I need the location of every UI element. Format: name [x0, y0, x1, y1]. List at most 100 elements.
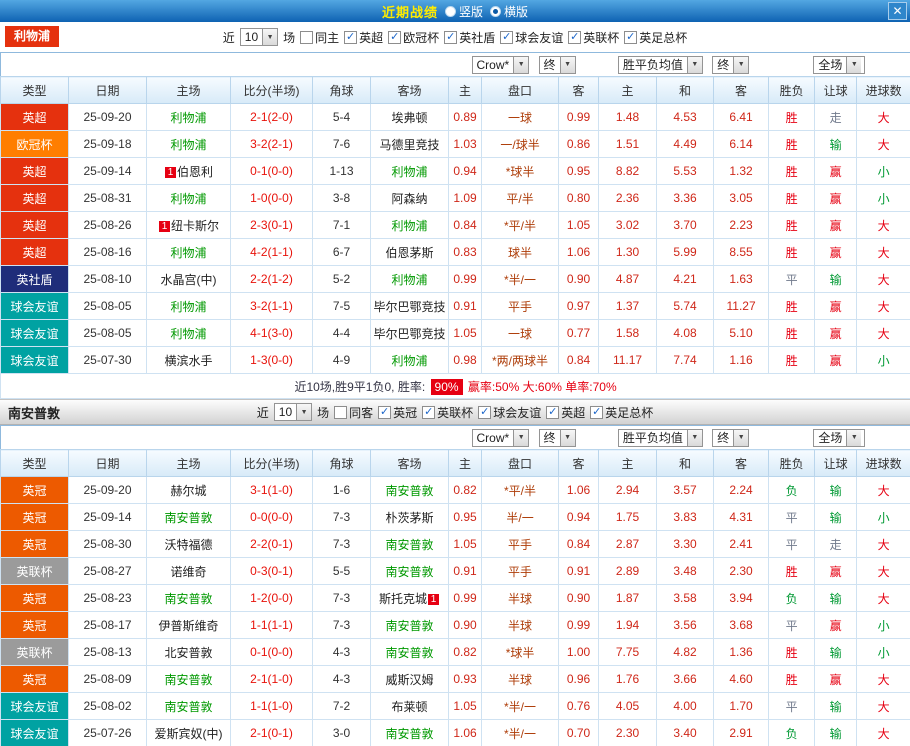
europe-away-odds: 2.30 — [713, 557, 770, 585]
league-checkbox[interactable]: ✓ — [500, 30, 514, 44]
away-team: 南安普敦 — [369, 719, 450, 746]
asia-handicap: *两/两球半 — [481, 346, 560, 374]
league-filter[interactable]: ✓ 欧冠杯 — [388, 29, 439, 46]
league-checkbox[interactable]: ✓ — [590, 405, 604, 419]
match-count-select[interactable]: 10 ▼ — [273, 403, 313, 421]
europe-odds-state-select[interactable]: 终 ▼ — [712, 55, 750, 74]
match-score: 4-1(3-0) — [230, 319, 313, 347]
asia-away-odds: 0.86 — [558, 130, 600, 158]
dropdown-arrow-icon: ▼ — [686, 56, 702, 73]
league-badge: 英超 — [0, 238, 69, 266]
away-team: 南安普敦 — [369, 611, 450, 639]
team-name: 横滨水手 — [164, 353, 213, 368]
league-checkbox[interactable]: ✓ — [422, 405, 436, 419]
team-name: 马德里竞技 — [379, 137, 440, 152]
europe-odds-state-select[interactable]: 终 ▼ — [712, 428, 750, 447]
league-checkbox[interactable]: ✓ — [478, 405, 492, 419]
corner-score: 3-0 — [312, 719, 371, 746]
league-checkbox[interactable]: ✓ — [546, 405, 560, 419]
league-checkbox[interactable]: ✓ — [624, 30, 638, 44]
corner-score: 7-1 — [312, 211, 371, 239]
asia-odds-state-select[interactable]: 终 ▼ — [538, 428, 576, 447]
league-badge: 英超 — [0, 184, 69, 212]
radio-icon[interactable] — [444, 5, 456, 17]
goals-outcome: 大 — [856, 692, 910, 720]
team-name: 南安普敦 — [385, 564, 434, 579]
asia-handicap: 平手 — [481, 530, 560, 558]
home-team: 利物浦 — [146, 103, 231, 131]
league-filters: ✓ 英超 ✓ 欧冠杯 ✓ 英社盾 ✓ 球会友谊 ✓ 英联杯 ✓ 英足总杯 — [344, 29, 687, 46]
same-venue-checkbox[interactable] — [300, 30, 314, 44]
league-checkbox[interactable]: ✓ — [378, 405, 392, 419]
close-icon[interactable]: ✕ — [888, 2, 907, 20]
col-header-score: 比分(半场) — [230, 449, 313, 477]
league-filter[interactable]: ✓ 英社盾 — [444, 29, 495, 46]
league-badge: 英冠 — [0, 584, 69, 612]
league-filter[interactable]: ✓ 英超 — [546, 404, 585, 421]
away-team: 马德里竞技 — [369, 130, 450, 158]
team-name: 纽卡斯尔 — [170, 218, 219, 233]
dropdown-arrow-icon: ▼ — [846, 56, 862, 73]
handicap-outcome: 赢 — [814, 238, 858, 266]
handicap-outcome: 输 — [814, 719, 858, 746]
europe-home-odds: 1.76 — [598, 665, 658, 693]
league-filter[interactable]: ✓ 英联杯 — [422, 404, 473, 421]
page-title: 近期战绩 — [381, 4, 438, 20]
league-label: 英冠 — [393, 405, 418, 420]
league-filter[interactable]: ✓ 球会友谊 — [478, 404, 541, 421]
match-row: 英超 25-09-14 1 伯恩利 0-1(0-0) 1-13 利物浦 0.94 *球半 0.95… — [0, 157, 910, 185]
europe-odds-select[interactable]: 胜平负均值 ▼ — [617, 55, 703, 74]
europe-draw-odds: 3.83 — [656, 503, 715, 531]
same-venue-checkbox[interactable] — [334, 405, 348, 419]
league-badge: 英冠 — [0, 503, 69, 531]
league-checkbox[interactable]: ✓ — [568, 30, 582, 44]
col-header-asia-home: 主 — [448, 76, 483, 104]
league-badge: 英联杯 — [0, 557, 69, 585]
away-team: 威斯汉姆 — [369, 665, 450, 693]
league-checkbox[interactable]: ✓ — [388, 30, 402, 44]
dropdown-arrow-icon: ▼ — [686, 429, 702, 446]
league-filter[interactable]: ✓ 英冠 — [378, 404, 417, 421]
asia-odds-state-select[interactable]: 终 ▼ — [538, 55, 576, 74]
bookmaker-select[interactable]: Crow* ▼ — [471, 55, 530, 74]
radio-selected-icon[interactable] — [490, 5, 501, 17]
asia-home-odds: 0.91 — [448, 292, 483, 320]
match-count-select[interactable]: 10 ▼ — [239, 28, 279, 46]
league-filter[interactable]: ✓ 英足总杯 — [590, 404, 653, 421]
league-filter[interactable]: ✓ 英联杯 — [568, 29, 619, 46]
col-header-eu-home: 主 — [598, 449, 658, 477]
handicap-outcome: 输 — [814, 265, 858, 293]
league-checkbox[interactable]: ✓ — [344, 30, 358, 44]
same-venue-filter[interactable]: 同客 — [334, 404, 373, 421]
europe-draw-odds: 3.58 — [656, 584, 715, 612]
home-team: 利物浦 — [146, 130, 231, 158]
home-team: 利物浦 — [146, 292, 231, 320]
away-team: 伯恩茅斯 — [369, 238, 450, 266]
goals-outcome: 大 — [856, 530, 910, 558]
same-venue-filter[interactable]: 同主 — [300, 29, 339, 46]
asia-home-odds: 0.94 — [448, 157, 483, 185]
scope-select[interactable]: 全场 ▼ — [813, 55, 866, 74]
vertical-layout-radio[interactable]: 竖版 — [444, 3, 483, 20]
league-filter[interactable]: ✓ 球会友谊 — [500, 29, 563, 46]
league-filter[interactable]: ✓ 英足总杯 — [624, 29, 687, 46]
europe-home-odds: 2.87 — [598, 530, 658, 558]
asia-home-odds: 1.05 — [448, 530, 483, 558]
col-header-goals: 进球数 — [856, 449, 910, 477]
league-checkbox[interactable]: ✓ — [444, 30, 458, 44]
league-filter[interactable]: ✓ 英超 — [344, 29, 383, 46]
europe-odds-select[interactable]: 胜平负均值 ▼ — [617, 428, 703, 447]
match-date: 25-09-20 — [68, 476, 147, 504]
scope-select[interactable]: 全场 ▼ — [813, 428, 866, 447]
europe-home-odds: 4.87 — [598, 265, 658, 293]
handicap-outcome: 赢 — [814, 157, 858, 185]
team-name: 赫尔城 — [170, 483, 207, 498]
match-date: 25-09-18 — [68, 130, 147, 158]
horizontal-layout-radio[interactable]: 横版 — [490, 3, 528, 20]
europe-draw-odds: 3.36 — [656, 184, 715, 212]
col-header-asia-away: 客 — [558, 449, 600, 477]
away-team: 南安普敦 — [369, 530, 450, 558]
team-name: 利物浦 — [170, 110, 207, 125]
europe-draw-odds: 5.99 — [656, 238, 715, 266]
bookmaker-select[interactable]: Crow* ▼ — [471, 428, 530, 447]
